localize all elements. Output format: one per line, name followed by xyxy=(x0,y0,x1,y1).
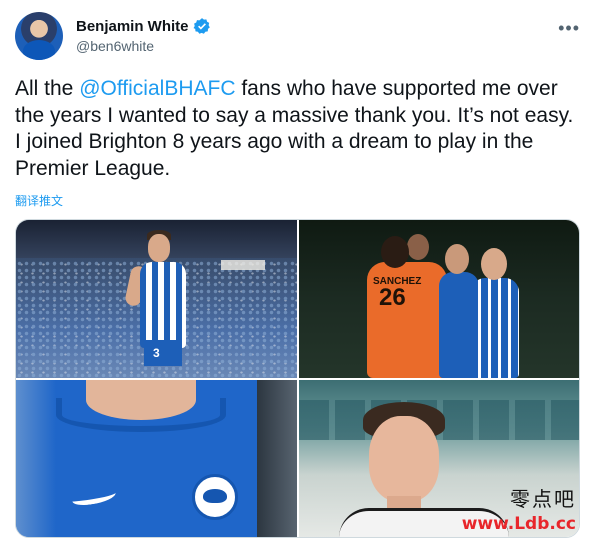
more-dots-icon[interactable]: ••• xyxy=(558,18,580,39)
tweet-header: Benjamin White @ben6white ••• xyxy=(15,12,580,62)
watermark: 零点吧 www.Ldb.cc xyxy=(462,483,576,534)
author-handle[interactable]: @ben6white xyxy=(76,38,154,54)
tweet-text-before: All the xyxy=(15,77,80,100)
photo-shirt-crest-closeup[interactable] xyxy=(16,380,297,537)
tweet-text: All the @OfficialBHAFC fans who have sup… xyxy=(15,76,580,182)
photo-player-applauding[interactable]: 3 xyxy=(16,220,297,378)
translate-tweet-link[interactable]: 翻译推文 xyxy=(15,192,63,209)
club-crest-icon xyxy=(192,474,238,520)
avatar[interactable] xyxy=(15,12,63,60)
author-name-row: Benjamin White xyxy=(76,17,211,35)
nike-swoosh-icon xyxy=(71,487,117,507)
jersey-number-keeper: 26 xyxy=(379,284,406,311)
photo-player-portrait[interactable]: 零点吧 www.Ldb.cc xyxy=(299,380,579,537)
media-grid: 3 SANCHEZ 26 零点吧 www.Ldb.cc xyxy=(15,219,580,538)
watermark-url: www.Ldb.cc xyxy=(461,514,576,534)
author-display-name[interactable]: Benjamin White xyxy=(76,18,189,35)
verified-badge-icon xyxy=(193,18,210,34)
mention-link[interactable]: @OfficialBHAFC xyxy=(79,77,235,100)
watermark-chinese: 零点吧 xyxy=(510,487,576,511)
jersey-number: 3 xyxy=(153,346,160,360)
photo-players-hugging[interactable]: SANCHEZ 26 xyxy=(299,220,579,378)
